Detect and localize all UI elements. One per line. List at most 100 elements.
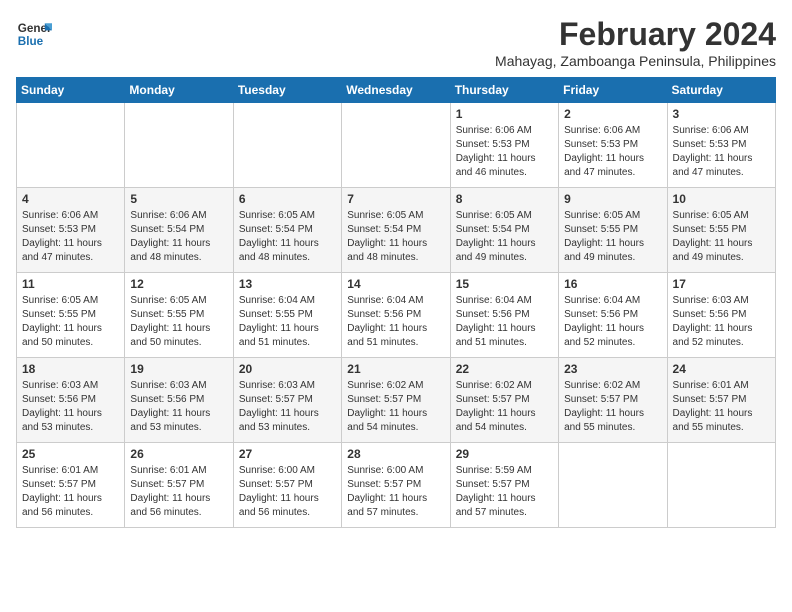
calendar-day-cell: 22 Sunrise: 6:02 AM Sunset: 5:57 PM Dayli…: [450, 358, 558, 443]
day-number: 1: [456, 107, 553, 121]
calendar-day-cell: [559, 443, 667, 528]
day-info: Sunrise: 6:06 AM Sunset: 5:53 PM Dayligh…: [22, 209, 119, 265]
day-info: Sunrise: 6:05 AM Sunset: 5:54 PM Dayligh…: [347, 209, 444, 265]
calendar-day-cell: 17Sunrise: 6:03 AM Sunset: 5:56 PM Dayli…: [667, 273, 775, 358]
day-number: 9: [564, 192, 661, 206]
calendar-day-cell: 11Sunrise: 6:05 AM Sunset: 5:55 PM Dayli…: [17, 273, 125, 358]
day-number: 25: [22, 447, 119, 461]
day-info: Sunrise: 6:00 AM Sunset: 5:57 PM Dayligh…: [239, 464, 336, 520]
day-of-week-header: Wednesday: [342, 78, 450, 103]
day-number: 11: [22, 277, 119, 291]
calendar-day-cell: [667, 443, 775, 528]
calendar-day-cell: 19 Sunrise: 6:03 AM Sunset: 5:56 PM Dayli…: [125, 358, 233, 443]
calendar-header: SundayMondayTuesdayWednesdayThursdayFrid…: [17, 78, 776, 103]
location-subtitle: Mahayag, Zamboanga Peninsula, Philippine…: [495, 53, 776, 69]
day-info: Sunrise: 6:03 AM Sunset: 5:56 PM Dayligh…: [22, 379, 119, 435]
day-info: Sunrise: 6:03 AM Sunset: 5:56 PM Dayligh…: [130, 379, 227, 435]
calendar-day-cell: 2 Sunrise: 6:06 AM Sunset: 5:53 PM Daylig…: [559, 103, 667, 188]
day-info: Sunrise: 6:05 AM Sunset: 5:55 PM Dayligh…: [673, 209, 770, 265]
day-number: 29: [456, 447, 553, 461]
day-number: 2: [564, 107, 661, 121]
day-of-week-header: Saturday: [667, 78, 775, 103]
calendar-week-row: 1 Sunrise: 6:06 AM Sunset: 5:53 PM Daylig…: [17, 103, 776, 188]
page-header: General Blue February 2024 Mahayag, Zamb…: [16, 16, 776, 69]
calendar-day-cell: 8 Sunrise: 6:05 AM Sunset: 5:54 PM Daylig…: [450, 188, 558, 273]
day-number: 16: [564, 277, 661, 291]
day-number: 22: [456, 362, 553, 376]
calendar-day-cell: 3Sunrise: 6:06 AM Sunset: 5:53 PM Daylig…: [667, 103, 775, 188]
month-year-title: February 2024: [495, 16, 776, 53]
calendar-day-cell: [125, 103, 233, 188]
day-number: 19: [130, 362, 227, 376]
day-info: Sunrise: 6:06 AM Sunset: 5:53 PM Dayligh…: [564, 124, 661, 180]
day-info: Sunrise: 6:05 AM Sunset: 5:55 PM Dayligh…: [564, 209, 661, 265]
day-number: 6: [239, 192, 336, 206]
calendar-day-cell: 20Sunrise: 6:03 AM Sunset: 5:57 PM Dayli…: [233, 358, 341, 443]
day-number: 12: [130, 277, 227, 291]
calendar-week-row: 25 Sunrise: 6:01 AM Sunset: 5:57 PM Dayli…: [17, 443, 776, 528]
logo-icon: General Blue: [16, 16, 52, 52]
day-number: 28: [347, 447, 444, 461]
day-number: 15: [456, 277, 553, 291]
logo: General Blue: [16, 16, 52, 52]
day-of-week-header: Sunday: [17, 78, 125, 103]
day-number: 3: [673, 107, 770, 121]
calendar-week-row: 4 Sunrise: 6:06 AM Sunset: 5:53 PM Daylig…: [17, 188, 776, 273]
day-number: 24: [673, 362, 770, 376]
day-number: 27: [239, 447, 336, 461]
day-info: Sunrise: 6:05 AM Sunset: 5:55 PM Dayligh…: [130, 294, 227, 350]
day-info: Sunrise: 6:02 AM Sunset: 5:57 PM Dayligh…: [456, 379, 553, 435]
calendar-day-cell: 27 Sunrise: 6:00 AM Sunset: 5:57 PM Dayli…: [233, 443, 341, 528]
calendar-day-cell: 23Sunrise: 6:02 AM Sunset: 5:57 PM Dayli…: [559, 358, 667, 443]
day-number: 4: [22, 192, 119, 206]
calendar-day-cell: 4 Sunrise: 6:06 AM Sunset: 5:53 PM Daylig…: [17, 188, 125, 273]
day-number: 13: [239, 277, 336, 291]
calendar-day-cell: 21Sunrise: 6:02 AM Sunset: 5:57 PM Dayli…: [342, 358, 450, 443]
calendar-day-cell: 14Sunrise: 6:04 AM Sunset: 5:56 PM Dayli…: [342, 273, 450, 358]
day-number: 20: [239, 362, 336, 376]
day-number: 7: [347, 192, 444, 206]
calendar-table: SundayMondayTuesdayWednesdayThursdayFrid…: [16, 77, 776, 528]
day-number: 8: [456, 192, 553, 206]
day-info: Sunrise: 6:04 AM Sunset: 5:55 PM Dayligh…: [239, 294, 336, 350]
calendar-day-cell: 26 Sunrise: 6:01 AM Sunset: 5:57 PM Dayli…: [125, 443, 233, 528]
calendar-day-cell: 12 Sunrise: 6:05 AM Sunset: 5:55 PM Dayli…: [125, 273, 233, 358]
day-info: Sunrise: 6:06 AM Sunset: 5:54 PM Dayligh…: [130, 209, 227, 265]
day-number: 14: [347, 277, 444, 291]
calendar-day-cell: 1 Sunrise: 6:06 AM Sunset: 5:53 PM Daylig…: [450, 103, 558, 188]
calendar-day-cell: [342, 103, 450, 188]
calendar-day-cell: 6 Sunrise: 6:05 AM Sunset: 5:54 PM Daylig…: [233, 188, 341, 273]
title-block: February 2024 Mahayag, Zamboanga Peninsu…: [495, 16, 776, 69]
day-info: Sunrise: 5:59 AM Sunset: 5:57 PM Dayligh…: [456, 464, 553, 520]
day-of-week-header: Friday: [559, 78, 667, 103]
day-number: 18: [22, 362, 119, 376]
calendar-week-row: 11 Sunrise: 6:05 AM Sunset: 5:55 PM Dayli…: [17, 273, 776, 358]
calendar-day-cell: 28 Sunrise: 6:00 AM Sunset: 5:57 PM Dayli…: [342, 443, 450, 528]
day-info: Sunrise: 6:05 AM Sunset: 5:54 PM Dayligh…: [239, 209, 336, 265]
calendar-body: 1 Sunrise: 6:06 AM Sunset: 5:53 PM Daylig…: [17, 103, 776, 528]
calendar-week-row: 18 Sunrise: 6:03 AM Sunset: 5:56 PM Dayli…: [17, 358, 776, 443]
calendar-day-cell: 18 Sunrise: 6:03 AM Sunset: 5:56 PM Dayli…: [17, 358, 125, 443]
calendar-day-cell: 25Sunrise: 6:01 AM Sunset: 5:57 PM Dayli…: [17, 443, 125, 528]
day-info: Sunrise: 6:00 AM Sunset: 5:57 PM Dayligh…: [347, 464, 444, 520]
day-number: 26: [130, 447, 227, 461]
day-info: Sunrise: 6:01 AM Sunset: 5:57 PM Dayligh…: [673, 379, 770, 435]
day-number: 5: [130, 192, 227, 206]
calendar-day-cell: 29 Sunrise: 5:59 AM Sunset: 5:57 PM Dayli…: [450, 443, 558, 528]
day-of-week-header: Monday: [125, 78, 233, 103]
day-number: 17: [673, 277, 770, 291]
day-info: Sunrise: 6:01 AM Sunset: 5:57 PM Dayligh…: [130, 464, 227, 520]
calendar-day-cell: [17, 103, 125, 188]
calendar-day-cell: 9 Sunrise: 6:05 AM Sunset: 5:55 PM Daylig…: [559, 188, 667, 273]
day-info: Sunrise: 6:05 AM Sunset: 5:54 PM Dayligh…: [456, 209, 553, 265]
day-of-week-header: Tuesday: [233, 78, 341, 103]
day-number: 10: [673, 192, 770, 206]
day-number: 23: [564, 362, 661, 376]
day-info: Sunrise: 6:06 AM Sunset: 5:53 PM Dayligh…: [456, 124, 553, 180]
day-info: Sunrise: 6:02 AM Sunset: 5:57 PM Dayligh…: [347, 379, 444, 435]
calendar-day-cell: 13 Sunrise: 6:04 AM Sunset: 5:55 PM Dayli…: [233, 273, 341, 358]
svg-text:Blue: Blue: [18, 35, 44, 48]
calendar-day-cell: 5 Sunrise: 6:06 AM Sunset: 5:54 PM Daylig…: [125, 188, 233, 273]
day-info: Sunrise: 6:04 AM Sunset: 5:56 PM Dayligh…: [564, 294, 661, 350]
calendar-day-cell: [233, 103, 341, 188]
